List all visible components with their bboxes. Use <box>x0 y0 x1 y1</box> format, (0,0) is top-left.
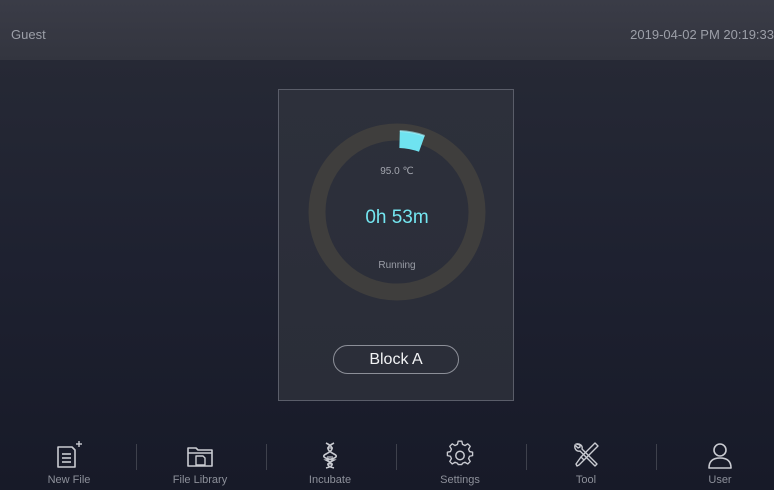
temperature-readout: 95.0 ℃ <box>380 166 414 177</box>
nav-settings-label: Settings <box>440 474 480 486</box>
time-remaining: 0h 53m <box>365 207 429 228</box>
folder-icon <box>187 447 213 467</box>
nav-file-library-label: File Library <box>172 474 228 486</box>
user-icon <box>708 443 732 469</box>
nav-file-library[interactable]: File Library <box>135 425 265 490</box>
app-screen: Guest 2019-04-02 PM 20:19:33 95.0 ℃ 0h 5… <box>0 0 774 490</box>
nav-new-file[interactable]: New File <box>4 425 134 490</box>
nav-tool[interactable]: Tool <box>521 425 651 490</box>
nav-settings[interactable]: Settings <box>395 425 525 490</box>
block-status-card[interactable]: 95.0 ℃ 0h 53m Running Block A <box>278 89 514 401</box>
nav-incubate-label: Incubate <box>308 474 352 486</box>
block-a-button[interactable]: Block A <box>333 345 459 374</box>
nav-user[interactable]: User <box>655 425 774 490</box>
nav-incubate[interactable]: Incubate <box>265 425 395 490</box>
nav-tool-label: Tool <box>575 474 597 486</box>
run-status: Running <box>378 260 416 271</box>
nav-user-label: User <box>708 474 732 486</box>
tools-icon <box>574 442 599 467</box>
new-file-icon <box>57 441 82 468</box>
current-user-label[interactable]: Guest <box>11 27 46 42</box>
gear-icon <box>446 440 474 466</box>
top-bar: Guest 2019-04-02 PM 20:19:33 <box>0 0 774 60</box>
bottom-nav-bar: New File File Library Incubate Settings … <box>0 425 774 490</box>
dna-icon <box>323 442 337 469</box>
nav-new-file-label: New File <box>47 474 91 486</box>
datetime-display: 2019-04-02 PM 20:19:33 <box>630 27 774 42</box>
